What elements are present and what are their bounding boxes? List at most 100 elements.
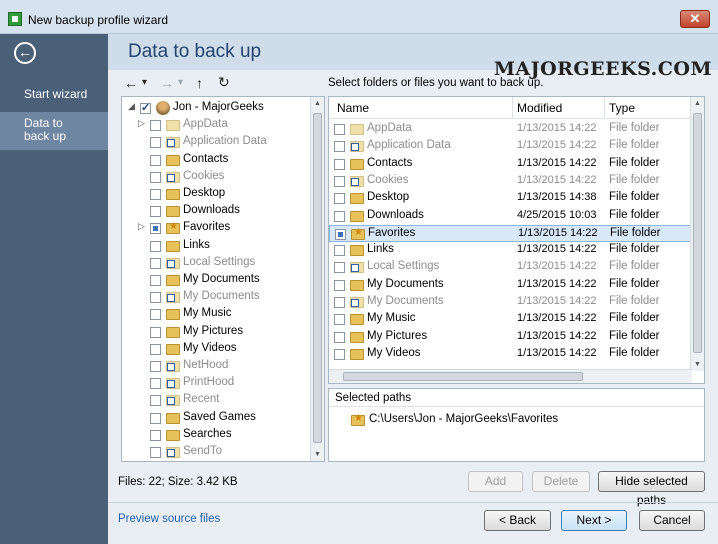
- checkbox[interactable]: [140, 101, 151, 114]
- file-list-row[interactable]: My Videos 1/13/2015 14:22 File folder: [329, 346, 692, 363]
- tree-item[interactable]: PrintHood: [122, 375, 312, 392]
- checkbox[interactable]: [150, 223, 161, 235]
- checkbox[interactable]: [334, 175, 345, 187]
- expand-arrow-icon[interactable]: ◢: [128, 101, 135, 112]
- file-list-row[interactable]: Application Data 1/13/2015 14:22 File fold…: [329, 138, 692, 155]
- tree-item[interactable]: Local Settings: [122, 255, 312, 272]
- file-list-row[interactable]: My Music 1/13/2015 14:22 File folder: [329, 311, 692, 328]
- file-list-row[interactable]: Contacts 1/13/2015 14:22 File folder: [329, 156, 692, 173]
- selected-path-item[interactable]: C:\Users\Jon - MajorGeeks\Favorites: [369, 413, 558, 425]
- checkbox[interactable]: [150, 343, 161, 355]
- sidebar-item-data-to-back-up[interactable]: Data to back up: [0, 112, 108, 150]
- checkbox[interactable]: [334, 245, 345, 257]
- column-name[interactable]: Name: [337, 101, 369, 115]
- tree-item[interactable]: Searches: [122, 427, 312, 444]
- close-button[interactable]: ✕: [680, 10, 710, 28]
- tree-item-label: Jon - MajorGeeks: [173, 101, 264, 113]
- back-button[interactable]: < Back: [484, 510, 551, 531]
- file-list[interactable]: Name Modified Type AppData 1/13/2015 14:2…: [328, 96, 705, 384]
- checkbox[interactable]: [334, 193, 345, 205]
- tree-item[interactable]: Cookies: [122, 169, 312, 186]
- expand-arrow-icon[interactable]: ▷: [138, 118, 145, 129]
- checkbox[interactable]: [150, 429, 161, 441]
- tree-item[interactable]: Downloads: [122, 203, 312, 220]
- file-list-scrollbar[interactable]: ▲ ▼: [690, 97, 704, 371]
- tree-item[interactable]: Saved Games: [122, 410, 312, 427]
- chevron-down-icon[interactable]: ▾: [142, 77, 147, 88]
- checkbox[interactable]: [150, 240, 161, 252]
- tree-item[interactable]: ▷ AppData: [122, 117, 312, 134]
- file-list-row[interactable]: Desktop 1/13/2015 14:38 File folder: [329, 190, 692, 207]
- file-list-row[interactable]: My Documents 1/13/2015 14:22 File folder: [329, 294, 692, 311]
- checkbox[interactable]: [334, 348, 345, 360]
- tree-item[interactable]: Links: [122, 238, 312, 255]
- checkbox[interactable]: [150, 257, 161, 269]
- tree-item[interactable]: My Music: [122, 306, 312, 323]
- tree-item[interactable]: SendTo: [122, 444, 312, 461]
- checkbox[interactable]: [334, 314, 345, 326]
- checkbox[interactable]: [150, 189, 161, 200]
- delete-button[interactable]: Delete: [532, 471, 590, 492]
- checkbox[interactable]: [334, 279, 345, 291]
- refresh-icon[interactable]: ↻: [218, 74, 230, 91]
- expand-arrow-icon[interactable]: ▷: [138, 221, 145, 232]
- checkbox[interactable]: [150, 326, 161, 338]
- checkbox[interactable]: [334, 210, 345, 222]
- file-list-row[interactable]: Downloads 4/25/2015 10:03 File folder: [329, 208, 692, 225]
- checkbox[interactable]: [334, 124, 345, 135]
- checkbox[interactable]: [150, 361, 161, 372]
- checkbox[interactable]: [150, 154, 161, 166]
- back-arrow-icon[interactable]: ←: [14, 42, 36, 64]
- preview-source-files-link[interactable]: Preview source files: [118, 513, 220, 525]
- checkbox[interactable]: [334, 331, 345, 343]
- checkbox[interactable]: [150, 412, 161, 424]
- add-button[interactable]: Add: [468, 471, 523, 492]
- file-list-hscrollbar[interactable]: [329, 369, 692, 383]
- checkbox[interactable]: [334, 297, 345, 308]
- tree-item[interactable]: Recent: [122, 392, 312, 409]
- file-list-row[interactable]: Local Settings 1/13/2015 14:22 File folder: [329, 259, 692, 276]
- checkbox[interactable]: [150, 378, 161, 390]
- tree-root-item[interactable]: ◢ Jon - MajorGeeks: [122, 100, 312, 117]
- back-nav-icon[interactable]: ←: [124, 75, 138, 91]
- hide-selected-paths-button[interactable]: Hide selected paths: [598, 471, 705, 507]
- column-type[interactable]: Type: [609, 101, 635, 115]
- tree-item[interactable]: Desktop: [122, 186, 312, 203]
- checkbox[interactable]: [150, 292, 161, 304]
- chevron-down-icon[interactable]: ▾: [178, 77, 183, 88]
- tree-item[interactable]: Application Data: [122, 134, 312, 151]
- checkbox[interactable]: [334, 141, 345, 153]
- tree-item[interactable]: My Videos: [122, 341, 312, 358]
- cancel-button[interactable]: Cancel: [639, 510, 705, 531]
- folder-tree[interactable]: ◢ Jon - MajorGeeks ▷ AppData Application Dat…: [121, 96, 325, 462]
- sidebar-item-start-wizard[interactable]: Start wizard: [0, 80, 108, 108]
- tree-item[interactable]: My Documents: [122, 272, 312, 289]
- file-list-row[interactable]: Cookies 1/13/2015 14:22 File folder: [329, 173, 692, 190]
- tree-item[interactable]: Contacts: [122, 152, 312, 169]
- tree-scrollbar[interactable]: ▲ ▼: [310, 97, 324, 461]
- up-folder-icon[interactable]: ↑: [196, 75, 203, 91]
- checkbox[interactable]: [334, 262, 345, 274]
- file-list-row[interactable]: My Pictures 1/13/2015 14:22 File folder: [329, 329, 692, 346]
- file-list-row[interactable]: AppData 1/13/2015 14:22 File folder: [329, 121, 692, 138]
- checkbox[interactable]: [334, 158, 345, 170]
- checkbox[interactable]: [150, 309, 161, 321]
- tree-item[interactable]: NetHood: [122, 358, 312, 375]
- file-list-row[interactable]: Links 1/13/2015 14:22 File folder: [329, 242, 692, 259]
- file-list-row[interactable]: Favorites 1/13/2015 14:22 File folder: [329, 224, 692, 242]
- tree-item[interactable]: ▷ Favorites: [122, 220, 312, 237]
- column-modified[interactable]: Modified: [517, 101, 562, 115]
- file-list-row[interactable]: My Documents 1/13/2015 14:22 File folder: [329, 277, 692, 294]
- checkbox[interactable]: [150, 137, 161, 149]
- tree-item[interactable]: My Documents: [122, 289, 312, 306]
- forward-nav-icon[interactable]: →: [160, 75, 174, 91]
- checkbox[interactable]: [150, 447, 161, 458]
- next-button[interactable]: Next >: [561, 510, 627, 531]
- checkbox[interactable]: [150, 120, 161, 132]
- checkbox[interactable]: [150, 206, 161, 218]
- checkbox[interactable]: [150, 275, 161, 286]
- checkbox[interactable]: [150, 171, 161, 183]
- tree-item[interactable]: My Pictures: [122, 324, 312, 341]
- checkbox[interactable]: [335, 228, 346, 240]
- checkbox[interactable]: [150, 395, 161, 407]
